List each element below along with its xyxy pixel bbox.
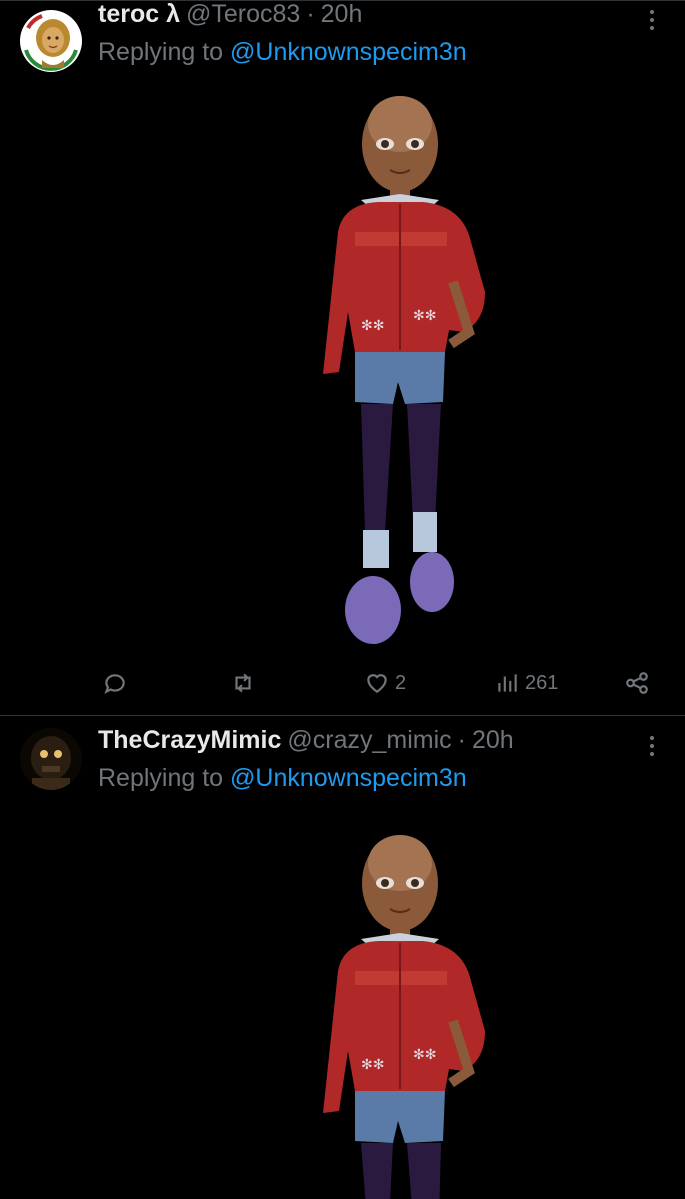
more-icon[interactable]: [647, 736, 657, 756]
separator-dot: ·: [457, 726, 466, 754]
separator-dot: ·: [306, 0, 315, 28]
reply-context: Replying to @Unknownspecim3n: [98, 764, 467, 793]
views-button[interactable]: 261: [494, 658, 558, 708]
svg-text:✻✻: ✻✻: [413, 308, 436, 324]
user-handle[interactable]: @Teroc83: [186, 0, 300, 29]
share-icon: [626, 672, 648, 694]
user-handle[interactable]: @crazy_mimic: [287, 726, 451, 755]
display-name[interactable]: teroc λ: [98, 0, 180, 29]
reply-prefix: Replying to: [98, 764, 224, 792]
tweet-header: TheCrazyMimic @crazy_mimic · 20h: [98, 726, 514, 758]
svg-text:✻✻: ✻✻: [361, 1057, 384, 1073]
character-render-image: ✻✻ ✻✻: [323, 835, 485, 1199]
avatar[interactable]: [20, 10, 82, 72]
avatar[interactable]: [20, 728, 82, 790]
retweet-button[interactable]: [230, 658, 256, 708]
view-count: 261: [525, 671, 559, 694]
like-button[interactable]: 2: [364, 658, 406, 708]
like-icon: [367, 674, 387, 693]
avatar-dark-robot-icon: [20, 728, 82, 790]
reply-icon: [104, 674, 125, 694]
svg-text:✻✻: ✻✻: [413, 1047, 436, 1063]
timestamp[interactable]: 20h: [321, 0, 363, 29]
character-render-image: ✻✻ ✻✻: [323, 96, 485, 644]
display-name[interactable]: TheCrazyMimic: [98, 726, 281, 755]
share-button[interactable]: [624, 658, 650, 708]
tweet-media-image[interactable]: ✻✻ ✻✻: [98, 82, 668, 662]
tweet-header: teroc λ @Teroc83 · 20h: [98, 0, 362, 32]
views-icon: [498, 674, 517, 692]
timestamp[interactable]: 20h: [472, 726, 514, 755]
like-count: 2: [395, 671, 407, 694]
reply-mention-link[interactable]: @Unknownspecim3n: [230, 38, 467, 66]
reply-mention-link[interactable]: @Unknownspecim3n: [230, 764, 467, 792]
tweet-actions: 2 261: [98, 658, 668, 708]
avatar-illustrated-person-icon: [21, 11, 81, 71]
more-icon[interactable]: [647, 10, 657, 30]
tweet: TheCrazyMimic @crazy_mimic · 20h Replyin…: [0, 716, 685, 1199]
reply-context: Replying to @Unknownspecim3n: [98, 38, 467, 67]
tweet: teroc λ @Teroc83 · 20h Replying to @Unkn…: [0, 0, 685, 715]
svg-text:✻✻: ✻✻: [361, 318, 384, 334]
tweet-media-image[interactable]: ✻✻ ✻✻: [98, 811, 668, 1199]
retweet-icon: [235, 673, 251, 693]
reply-prefix: Replying to: [98, 38, 224, 66]
reply-button[interactable]: [102, 658, 128, 708]
